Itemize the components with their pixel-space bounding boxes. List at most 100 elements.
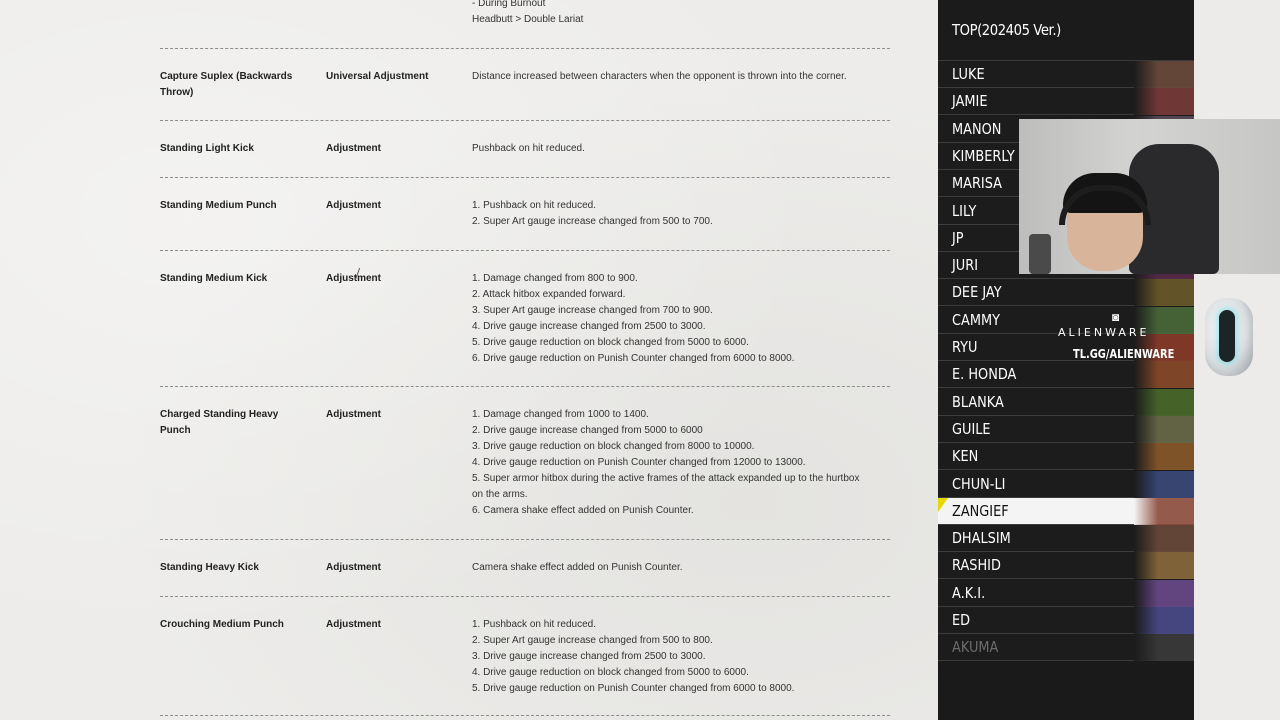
character-portrait — [1134, 634, 1194, 662]
detail-line: 1. Damage changed from 800 to 900. — [472, 273, 638, 284]
change-type: Universal Adjustment — [326, 71, 429, 82]
character-name: DHALSIM — [952, 529, 1011, 548]
change-details: 1. Pushback on hit reduced. 2. Super Art… — [472, 617, 872, 697]
detail-line: Headbutt > Double Lariat — [472, 14, 584, 25]
move-name: Crouching Medium Punch — [160, 619, 284, 630]
character-name: GUILE — [952, 419, 991, 438]
character-portrait — [1134, 61, 1194, 88]
roster-title: TOP(202405 Ver.) — [952, 21, 1061, 39]
character-name: E. HONDA — [952, 365, 1017, 384]
detail-line: 4. Drive gauge reduction on Punish Count… — [472, 457, 806, 468]
change-type: Adjustment — [326, 200, 381, 211]
detail-line: 5. Super armor hitbox during the active … — [472, 473, 860, 500]
roster-header: TOP(202405 Ver.) — [938, 0, 1194, 61]
character-name: KEN — [952, 447, 979, 466]
character-name: RYU — [952, 338, 978, 356]
character-portrait — [1134, 497, 1194, 525]
detail-line: Camera shake effect added on Punish Coun… — [472, 562, 683, 573]
detail-line: 3. Drive gauge increase changed from 250… — [472, 651, 706, 662]
character-name: KIMBERLY — [952, 146, 1015, 165]
change-details: 1. Damage changed from 1000 to 1400. 2. … — [472, 407, 872, 519]
detail-line: 6. Drive gauge reduction on Punish Count… — [472, 353, 795, 364]
character-name: ZANGIEF — [952, 501, 1009, 520]
detail-line: 4. Drive gauge increase changed from 250… — [472, 321, 706, 332]
character-name: MARISA — [952, 174, 1002, 193]
change-type: Adjustment — [326, 619, 381, 630]
character-name: ED — [952, 611, 971, 629]
character-portrait — [1134, 525, 1194, 553]
character-name: CHUN-LI — [952, 474, 1006, 493]
change-type: Adjustment — [326, 562, 381, 573]
character-portrait — [1134, 579, 1194, 607]
roster-item-ed[interactable]: ED — [938, 607, 1194, 634]
roster-item-e-honda[interactable]: E. HONDA — [938, 361, 1194, 389]
change-type: Adjustment — [326, 273, 381, 284]
roster-item-jamie[interactable]: JAMIE — [938, 88, 1194, 116]
character-name: AKUMA — [952, 638, 999, 657]
change-details: Pushback on hit reduced. — [472, 141, 872, 157]
character-name: A.K.I. — [952, 583, 986, 602]
patch-entry: Standing Light Kick Adjustment Pushback … — [160, 120, 890, 177]
change-details: Distance increased between characters wh… — [472, 69, 892, 85]
sponsor-url: TL.GG/ALIENWARE — [1073, 347, 1175, 361]
detail-line: 3. Super Art gauge increase changed from… — [472, 305, 713, 316]
character-name: LUKE — [952, 65, 985, 83]
roster-item-chun-li[interactable]: CHUN-LI — [938, 470, 1194, 498]
selected-marker — [938, 497, 948, 512]
detail-line: 1. Damage changed from 1000 to 1400. — [472, 409, 649, 420]
patch-entry: Crouching Medium Punch Adjustment 1. Pus… — [160, 596, 890, 716]
streamer-webcam — [1019, 119, 1280, 274]
sponsor-pc-image — [1205, 298, 1253, 376]
sponsor-brand: ALIENWARE — [1058, 326, 1150, 339]
detail-line: 1. Pushback on hit reduced. — [472, 619, 596, 630]
roster-item-rashid[interactable]: RASHID — [938, 552, 1194, 580]
change-details: 1. Pushback on hit reduced. 2. Super Art… — [472, 198, 872, 230]
roster-item-guile[interactable]: GUILE — [938, 415, 1194, 443]
character-name: JP — [952, 228, 964, 247]
patch-entry: Standing Medium Punch Adjustment 1. Push… — [160, 177, 890, 250]
character-portrait — [1134, 470, 1194, 498]
detail-line: Distance increased between characters wh… — [472, 71, 847, 82]
move-name: Capture Suplex (Backwards Throw) — [160, 71, 293, 98]
character-name: LILY — [952, 201, 977, 220]
detail-line: 3. Drive gauge reduction on block change… — [472, 441, 755, 452]
detail-line: 2. Super Art gauge increase changed from… — [472, 635, 713, 646]
previous-entry-tail: - During Burnout Headbutt > Double Laria… — [472, 0, 583, 28]
roster-item-akuma[interactable]: AKUMA — [938, 634, 1194, 662]
detail-line: 2. Super Art gauge increase changed from… — [472, 216, 713, 227]
roster-item-zangief[interactable]: ZANGIEF — [938, 497, 1194, 525]
move-name: Charged Standing Heavy Punch — [160, 409, 279, 436]
character-name: CAMMY — [952, 310, 1000, 329]
character-portrait — [1134, 607, 1194, 634]
alien-head-icon: ◙ — [1112, 310, 1120, 324]
character-portrait — [1134, 388, 1194, 416]
detail-line: 6. Camera shake effect added on Punish C… — [472, 505, 694, 516]
roster-item-blanka[interactable]: BLANKA — [938, 388, 1194, 416]
patch-entry: Capture Suplex (Backwards Throw) Univers… — [160, 48, 890, 120]
move-name: Standing Heavy Kick — [160, 562, 259, 573]
change-details: 1. Damage changed from 800 to 900. 2. At… — [472, 271, 872, 367]
detail-line: 2. Drive gauge increase changed from 500… — [472, 425, 703, 436]
change-type: Adjustment — [326, 143, 381, 154]
character-portrait — [1134, 443, 1194, 471]
roster-item-a-k-i[interactable]: A.K.I. — [938, 579, 1194, 607]
detail-line: - During Burnout — [472, 0, 546, 9]
roster-item-dee-jay[interactable]: DEE JAY — [938, 279, 1194, 307]
character-portrait — [1134, 361, 1194, 389]
character-name: MANON — [952, 119, 1002, 138]
character-portrait — [1134, 88, 1194, 116]
character-portrait — [1134, 552, 1194, 580]
detail-line: Pushback on hit reduced. — [472, 143, 585, 154]
change-details: Camera shake effect added on Punish Coun… — [472, 560, 872, 576]
patch-entry: Charged Standing Heavy Punch Adjustment … — [160, 386, 890, 539]
roster-item-dhalsim[interactable]: DHALSIM — [938, 525, 1194, 553]
move-name: Standing Medium Kick — [160, 273, 268, 284]
detail-line: 5. Drive gauge reduction on Punish Count… — [472, 683, 795, 694]
detail-line: 4. Drive gauge reduction on block change… — [472, 667, 749, 678]
roster-item-luke[interactable]: LUKE — [938, 61, 1194, 88]
move-name: Standing Light Kick — [160, 143, 254, 154]
detail-line: 2. Attack hitbox expanded forward. — [472, 289, 626, 300]
patch-entry: Standing Medium Kick Adjustment 1. Damag… — [160, 250, 890, 386]
character-portrait — [1134, 279, 1194, 307]
roster-item-ken[interactable]: KEN — [938, 443, 1194, 471]
